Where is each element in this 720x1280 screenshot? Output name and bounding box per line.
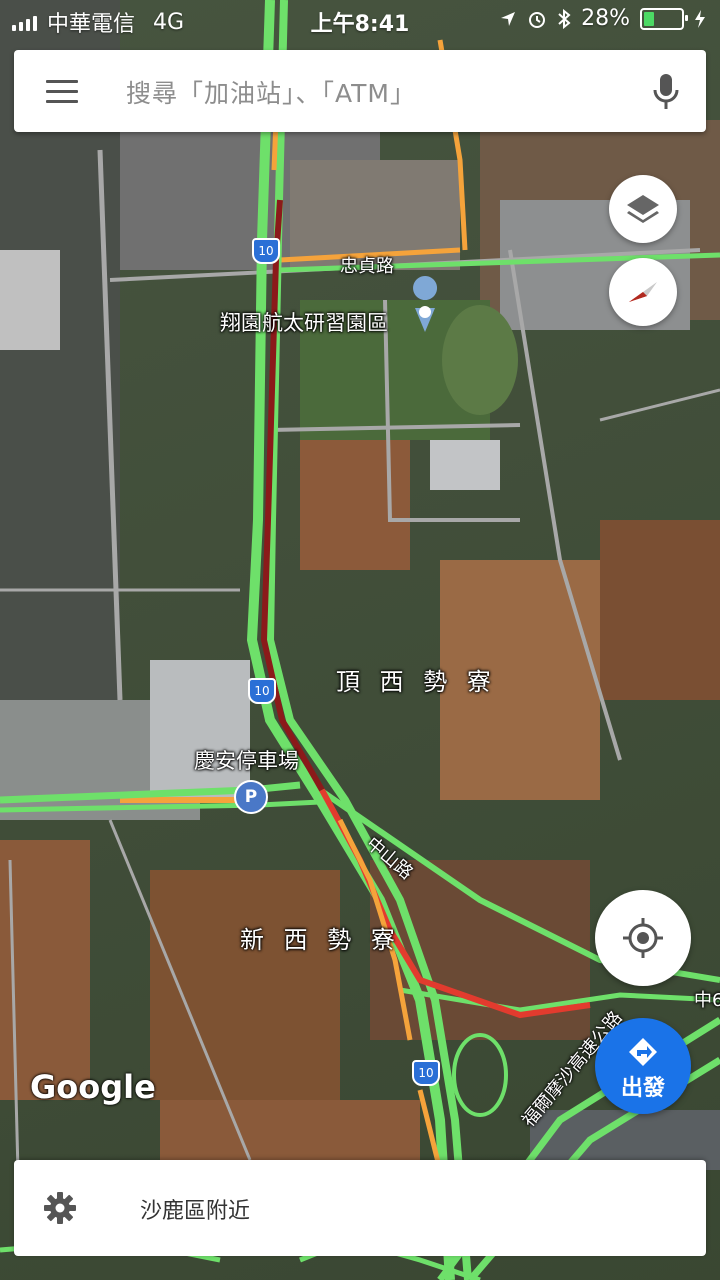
microphone-icon[interactable] [652,72,680,112]
bluetooth-icon [558,8,571,29]
compass-button[interactable] [609,258,677,326]
go-button[interactable]: 出發 [595,1018,691,1114]
area-label-xinxishiliao: 新 西 勢 寮 [240,926,401,954]
battery-icon [640,7,688,30]
layers-button[interactable] [609,175,677,243]
location-arrow-icon [501,11,516,26]
menu-icon[interactable] [46,80,78,104]
road-label-zhongzhen: 忠貞路 [340,256,394,277]
charging-icon [695,9,705,28]
alarm-icon [529,11,546,28]
battery-percent: 28% [581,6,630,31]
compass-icon [629,282,657,302]
highway-shield: 10 [412,1060,440,1086]
bottom-sheet[interactable]: 沙鹿區附近 [14,1160,706,1256]
go-label: 出發 [620,1076,665,1101]
google-logo: Google [30,1068,156,1106]
poi-label-parking[interactable]: 慶安停車場 [194,745,299,775]
layers-icon [627,195,659,223]
highway-shield: 10 [248,678,276,704]
search-input[interactable]: 搜尋「加油站」、「ATM」 [126,74,416,110]
area-label-dingxishiliao: 頂 西 勢 寮 [336,668,497,696]
crosshair-icon [623,918,663,958]
search-bar[interactable]: 搜尋「加油站」、「ATM」 [14,50,706,132]
road-label-edge: 中6 [694,990,720,1011]
nearby-area-label[interactable]: 沙鹿區附近 [140,1193,250,1225]
parking-icon[interactable]: P [234,780,268,814]
poi-label-aerospace[interactable]: 翔園航太研習園區 [220,307,388,337]
gear-icon[interactable] [42,1190,78,1226]
status-bar: 中華電信 4G 上午8:41 28% [0,0,720,40]
highway-shield: 10 [252,238,280,264]
my-location-button[interactable] [595,890,691,986]
